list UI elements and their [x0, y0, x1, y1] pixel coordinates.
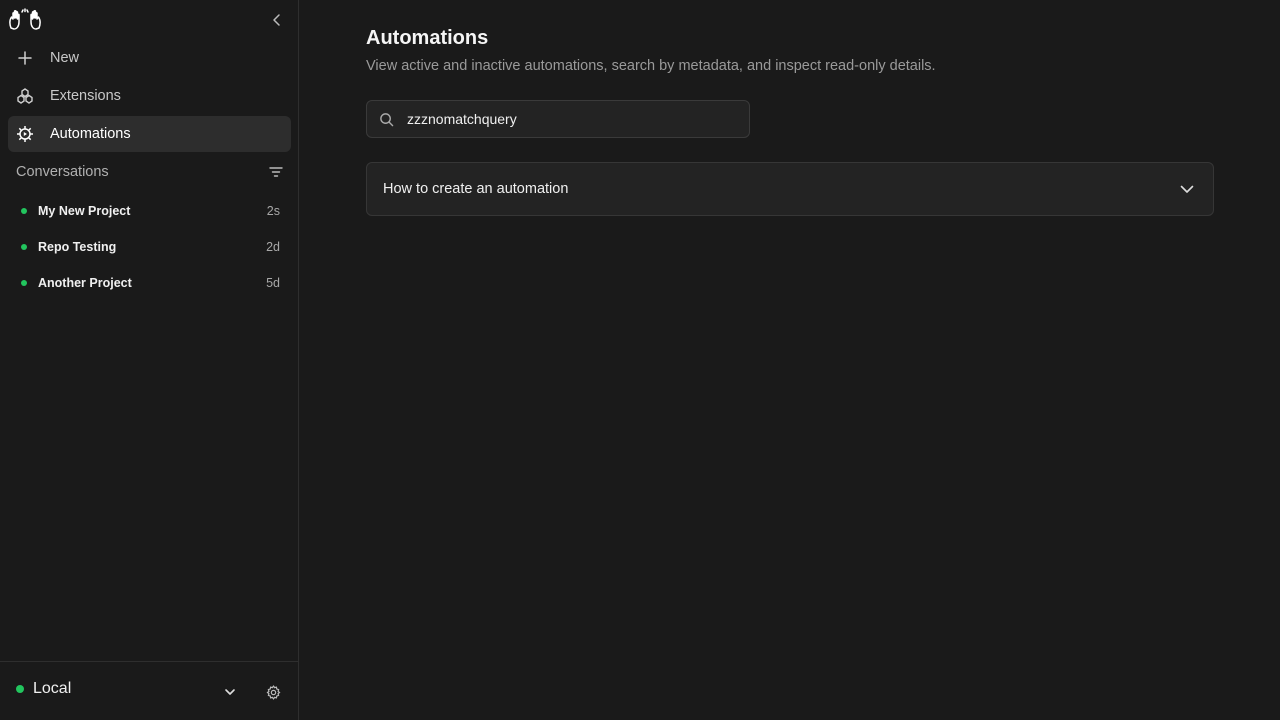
nav-new-button[interactable]: New	[8, 40, 291, 76]
nav-extensions-label: Extensions	[50, 88, 121, 104]
conversation-age: 5d	[266, 276, 280, 290]
sidebar-footer: Local	[0, 661, 299, 720]
chevron-down-icon	[225, 689, 235, 695]
conversation-item[interactable]: My New Project 2s	[16, 199, 284, 223]
environment-status-dot	[16, 685, 24, 693]
gear-icon	[266, 684, 280, 700]
filter-icon	[269, 167, 283, 177]
main-content: Automations View active and inactive aut…	[300, 0, 1280, 720]
search-box	[366, 100, 750, 138]
page-description: View active and inactive automations, se…	[366, 58, 936, 74]
conversation-item[interactable]: Another Project 5d	[16, 271, 284, 295]
nav-automations-label: Automations	[50, 126, 131, 142]
automations-gear-icon	[16, 125, 34, 143]
status-dot	[21, 244, 27, 250]
environment-selector[interactable]: Local	[16, 680, 71, 698]
plus-icon	[16, 49, 34, 67]
conversation-age: 2d	[266, 240, 280, 254]
search-icon	[378, 111, 394, 127]
chevron-left-icon	[273, 14, 280, 26]
conversation-age: 2s	[266, 204, 280, 218]
collapse-sidebar-button[interactable]	[268, 11, 286, 29]
extensions-icon	[16, 87, 34, 105]
search-input[interactable]	[407, 111, 737, 127]
nav-automations-button[interactable]: Automations	[8, 116, 291, 152]
settings-button[interactable]	[264, 683, 282, 701]
nav-new-label: New	[50, 50, 80, 66]
conversations-heading: Conversations	[16, 164, 109, 180]
sidebar: New Extensions Automations Conversations	[0, 0, 299, 720]
accordion-label: How to create an automation	[383, 181, 569, 197]
status-dot	[21, 280, 27, 286]
conversation-name: Repo Testing	[38, 240, 117, 254]
conversations-filter-button[interactable]	[267, 163, 285, 181]
conversation-name: Another Project	[38, 276, 132, 290]
conversation-item[interactable]: Repo Testing 2d	[16, 235, 284, 259]
page-title: Automations	[366, 27, 489, 49]
chevron-down-icon	[1177, 179, 1197, 199]
environment-dropdown-button[interactable]	[221, 683, 239, 701]
status-dot	[21, 208, 27, 214]
conversation-name: My New Project	[38, 204, 131, 218]
how-to-accordion[interactable]: How to create an automation	[366, 162, 1214, 216]
waving-hands-logo-icon[interactable]	[8, 8, 42, 32]
nav-extensions-button[interactable]: Extensions	[8, 78, 291, 114]
environment-label: Local	[33, 680, 72, 697]
